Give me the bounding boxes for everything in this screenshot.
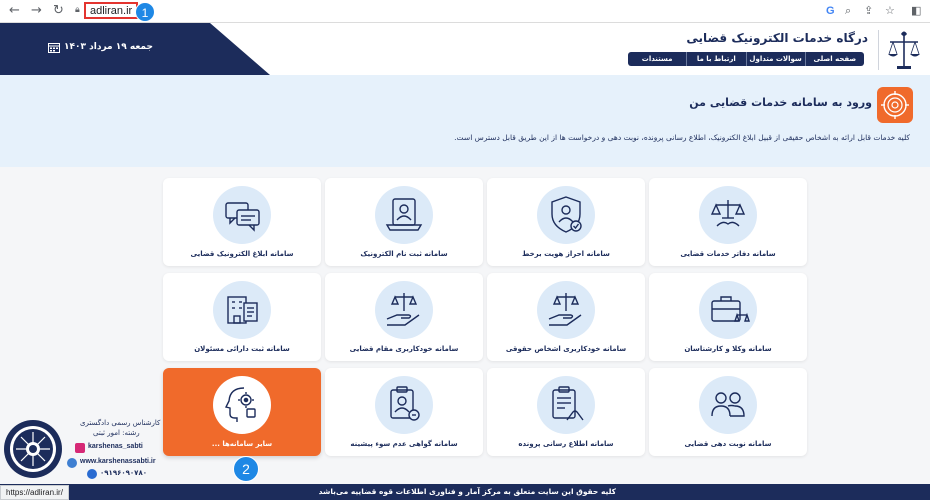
service-card-label: سامانه خودکاربری مقام قضایی	[349, 345, 459, 353]
globe-icon	[67, 458, 77, 468]
service-card-officials-assets[interactable]: سامانه ثبت دارائی مسئولان	[163, 273, 321, 361]
banner-description: کلیه خدمات قابل ارائه به اشخاص حقیقی از …	[454, 133, 910, 142]
menu-item-home[interactable]: صفحه اصلی	[804, 52, 864, 66]
service-card-judicial-offices[interactable]: سامانه دفاتر خدمات قضایی	[649, 178, 807, 266]
service-card-label: سامانه گواهی عدم سوء پیشینه	[350, 440, 458, 448]
service-card-legal-entities[interactable]: سامانه خودکاربری اشخاص حقوقی	[487, 273, 645, 361]
menu-item-faq[interactable]: سوالات متداول	[745, 52, 805, 66]
share-icon[interactable]: ⇪	[864, 4, 873, 18]
sidebar-toggle-icon[interactable]: ◧	[911, 4, 921, 18]
service-card-label: سامانه خودکاربری اشخاص حقوقی	[505, 345, 627, 353]
judiciary-emblem-icon	[888, 31, 920, 69]
hand-scales-icon	[537, 281, 595, 339]
service-card-criminal-record[interactable]: سامانه گواهی عدم سوء پیشینه	[325, 368, 483, 456]
service-card-label: سامانه اطلاع رسانی پرونده	[518, 440, 614, 448]
people-queue-icon	[699, 376, 757, 434]
address-bar-url[interactable]: adliran.ir	[84, 2, 139, 19]
clipboard-hand-icon	[537, 376, 595, 434]
service-card-judicial-authority[interactable]: سامانه خودکاربری مقام قضایی	[325, 273, 483, 361]
laptop-user-icon	[375, 186, 433, 244]
phone-icon	[87, 469, 97, 479]
service-card-e-notification[interactable]: سامانه ابلاغ الکترونیک قضایی	[163, 178, 321, 266]
main-menu: صفحه اصلی سوالات متداول ارتباط با ما مست…	[628, 52, 864, 66]
hand-scales-judge-icon	[375, 281, 433, 339]
service-card-label: سامانه ابلاغ الکترونیک قضایی	[190, 250, 294, 258]
scales-hands-icon	[699, 186, 757, 244]
forward-icon[interactable]: →	[31, 3, 42, 19]
service-card-lawyers-experts[interactable]: سامانه وکلا و کارشناسان	[649, 273, 807, 361]
service-card-label: سامانه ثبت دارائی مسئولان	[194, 345, 290, 353]
instagram-icon	[75, 443, 85, 453]
banner-title: ورود به سامانه خدمات قضایی من	[689, 96, 872, 109]
lock-icon[interactable]: 🔒︎	[75, 5, 80, 15]
status-bar-url: https://adliran.ir/	[0, 485, 69, 500]
service-card-other-systems[interactable]: سایر سامانه‌ها ...	[163, 368, 321, 456]
watermark-field: رشته: امور ثبتی	[93, 429, 140, 437]
service-card-label: سایر سامانه‌ها ...	[211, 440, 273, 448]
calendar-icon	[48, 43, 60, 53]
service-card-label: سامانه احراز هویت برخط	[522, 250, 610, 258]
current-date: جمعه ۱۹ مرداد ۱۴۰۳	[64, 42, 153, 52]
back-icon[interactable]: ←	[9, 3, 20, 19]
login-banner	[0, 75, 930, 167]
fingerprint-target-icon	[881, 91, 909, 119]
reload-icon[interactable]: ↻	[53, 3, 64, 19]
service-card-online-identity[interactable]: سامانه احراز هویت برخط	[487, 178, 645, 266]
certificate-user-icon	[375, 376, 433, 434]
service-card-label: سامانه ثبت نام الکترونیک	[360, 250, 448, 258]
step-marker-2: 2	[233, 456, 259, 482]
service-card-case-info[interactable]: سامانه اطلاع رسانی پرونده	[487, 368, 645, 456]
bookmark-star-icon[interactable]: ☆	[885, 4, 895, 18]
building-document-icon	[213, 281, 271, 339]
watermark-website: www.karshenassabti.ir	[80, 458, 156, 465]
menu-item-contact[interactable]: ارتباط با ما	[686, 52, 745, 66]
service-card-e-registration[interactable]: سامانه ثبت نام الکترونیک	[325, 178, 483, 266]
step-marker-1: 1	[135, 2, 155, 22]
service-card-label: سامانه وکلا و کارشناسان	[684, 345, 772, 353]
watermark-title: کارشناس رسمی دادگستری	[80, 419, 161, 427]
gear-head-icon	[213, 376, 271, 434]
google-icon[interactable]: G	[826, 4, 835, 18]
watermark-phone: ۰۹۱۹۶۰۹۰۷۸۰	[100, 469, 147, 477]
footer-copyright: کلیه حقوق این سایت متعلق به مرکز آمار و …	[318, 487, 616, 496]
briefcase-scales-icon	[699, 281, 757, 339]
shield-user-icon	[537, 186, 595, 244]
header-separator	[878, 30, 879, 70]
site-title: درگاه خدمات الکترونیک قضایی	[686, 31, 868, 45]
chat-bubbles-icon	[213, 186, 271, 244]
watermark-instagram: karshenas_sabti	[88, 443, 143, 450]
zoom-icon[interactable]: ⌕	[845, 4, 851, 18]
login-banner-icon-box[interactable]	[877, 87, 913, 123]
service-card-label: سامانه نوبت دهی قضایی	[684, 440, 772, 448]
service-card-appointments[interactable]: سامانه نوبت دهی قضایی	[649, 368, 807, 456]
watermark-seal-icon	[4, 420, 62, 478]
menu-item-docs[interactable]: مستندات	[628, 52, 686, 66]
service-card-label: سامانه دفاتر خدمات قضایی	[680, 250, 776, 258]
